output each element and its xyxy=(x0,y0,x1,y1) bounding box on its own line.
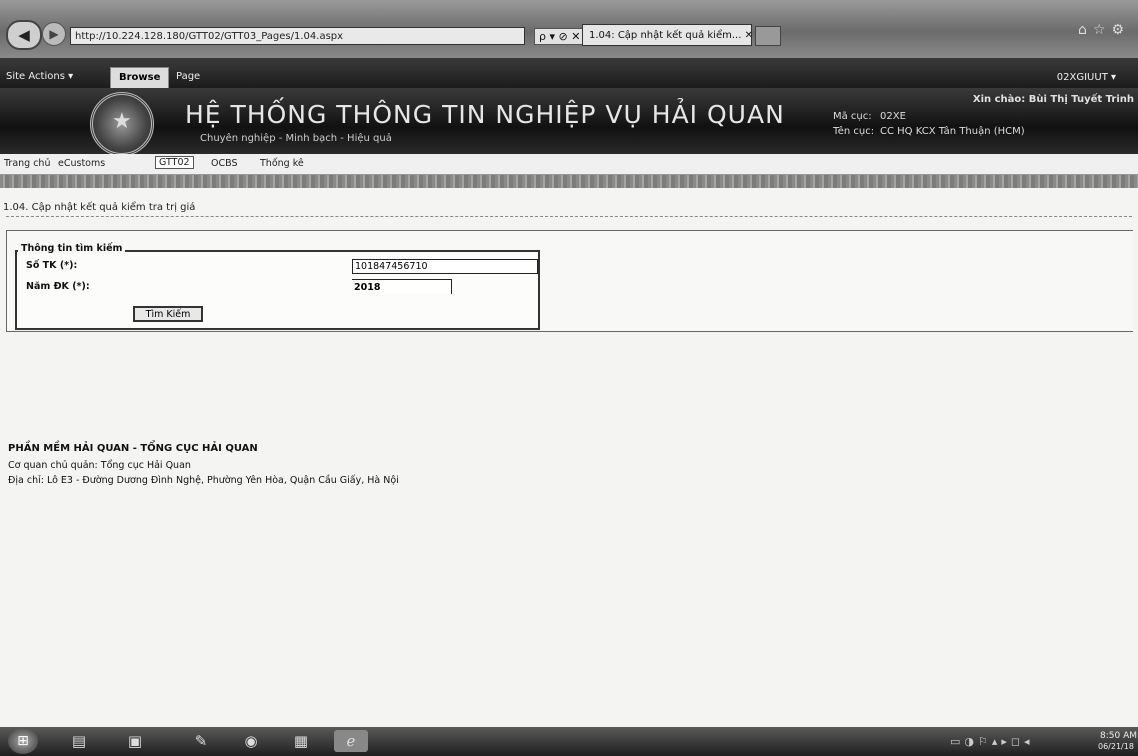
forward-arrow-icon[interactable]: ▶ xyxy=(42,22,66,46)
registration-year-input[interactable] xyxy=(352,279,452,294)
browser-tab-active[interactable]: 1.04: Cập nhật kết quả kiểm... ✕ xyxy=(582,24,752,46)
new-tab-button[interactable] xyxy=(755,26,781,46)
customs-emblem-logo: ★ xyxy=(90,92,154,156)
unit-code-label: Mã cục: xyxy=(833,111,872,122)
system-banner: ★ HỆ THỐNG THÔNG TIN NGHIỆP VỤ HẢI QUAN … xyxy=(0,88,1138,156)
unit-name-value: CC HQ KCX Tân Thuận (HCM) xyxy=(880,126,1025,137)
footer-title: PHẦN MỀM HẢI QUAN - TỔNG CỤC HẢI QUAN xyxy=(8,443,258,454)
document-app-icon[interactable]: ▦ xyxy=(284,730,318,752)
menu-item-ocbs[interactable]: OCBS xyxy=(211,158,238,169)
address-bar[interactable]: http://10.224.128.180/GTT02/GTT03_Pages/… xyxy=(70,27,525,45)
sharepoint-ribbon: Site Actions ▾ Browse Page 02XGIUUT ▾ xyxy=(0,58,1138,89)
declaration-number-input[interactable] xyxy=(352,259,538,274)
back-arrow-icon[interactable]: ◀ xyxy=(6,20,42,50)
paint-icon[interactable]: ✎ xyxy=(184,730,218,752)
footer-agency: Cơ quan chủ quản: Tổng cục Hải Quan xyxy=(8,460,191,471)
clock-time[interactable]: 8:50 AM xyxy=(1100,731,1137,741)
clock-date[interactable]: 06/21/18 xyxy=(1098,742,1134,751)
address-search-controls[interactable]: ρ ▾ ⊘ ✕ xyxy=(534,28,586,45)
system-tray-icons[interactable]: ▭◑⚐▴▸◻◂ xyxy=(950,735,1034,748)
unit-name-label: Tên cục: xyxy=(833,126,875,137)
user-greeting: Xin chào: Bùi Thị Tuyết Trinh xyxy=(972,94,1134,105)
file-explorer-icon[interactable]: ▤ xyxy=(62,730,96,752)
divider xyxy=(6,216,1132,217)
top-menu: Trang chủ eCustoms GTT02 OCBS Thống kê xyxy=(0,154,1138,175)
home-star-gear-icons[interactable]: ⌂☆⚙ xyxy=(1078,22,1130,38)
star-icon: ★ xyxy=(112,109,132,134)
system-title: HỆ THỐNG THÔNG TIN NGHIỆP VỤ HẢI QUAN xyxy=(185,100,785,129)
ribbon-tab-browse[interactable]: Browse xyxy=(110,67,170,89)
windows-taskbar: ⊞ ▤ ▣ ✎ ◉ ▦ ℯ ▭◑⚐▴▸◻◂ 8:50 AM 06/21/18 xyxy=(0,727,1138,756)
start-button-icon[interactable]: ⊞ xyxy=(8,728,38,754)
browser-app-icon[interactable]: ◉ xyxy=(234,730,268,752)
breadcrumb-strip xyxy=(0,175,1138,188)
internet-explorer-icon[interactable]: ℯ xyxy=(334,730,368,752)
ribbon-tab-page[interactable]: Page xyxy=(176,71,200,82)
search-fieldset-legend: Thông tin tìm kiếm xyxy=(18,243,126,254)
registration-year-label: Năm ĐK (*): xyxy=(26,281,90,292)
menu-item-gtt02[interactable]: GTT02 xyxy=(155,156,194,169)
page-title: 1.04. Cập nhật kết quả kiểm tra trị giá xyxy=(3,202,196,213)
search-button[interactable]: Tìm Kiếm xyxy=(133,306,203,322)
system-slogan: Chuyên nghiệp - Minh bạch - Hiệu quả xyxy=(200,133,392,144)
menu-item-home[interactable]: Trang chủ xyxy=(4,158,50,169)
browser-toolbar: ◀ ▶ http://10.224.128.180/GTT02/GTT03_Pa… xyxy=(0,0,1138,58)
user-menu[interactable]: 02XGIUUT ▾ xyxy=(1057,72,1116,83)
unit-code-value: 02XE xyxy=(880,111,906,122)
menu-item-stats[interactable]: Thống kê xyxy=(260,158,304,169)
footer-address: Địa chỉ: Lô E3 - Đường Dương Đình Nghệ, … xyxy=(8,475,399,486)
media-player-icon[interactable]: ▣ xyxy=(118,730,152,752)
menu-item-ecustoms[interactable]: eCustoms xyxy=(58,158,105,169)
site-actions-menu[interactable]: Site Actions ▾ xyxy=(6,71,73,82)
declaration-number-label: Số TK (*): xyxy=(26,260,78,271)
